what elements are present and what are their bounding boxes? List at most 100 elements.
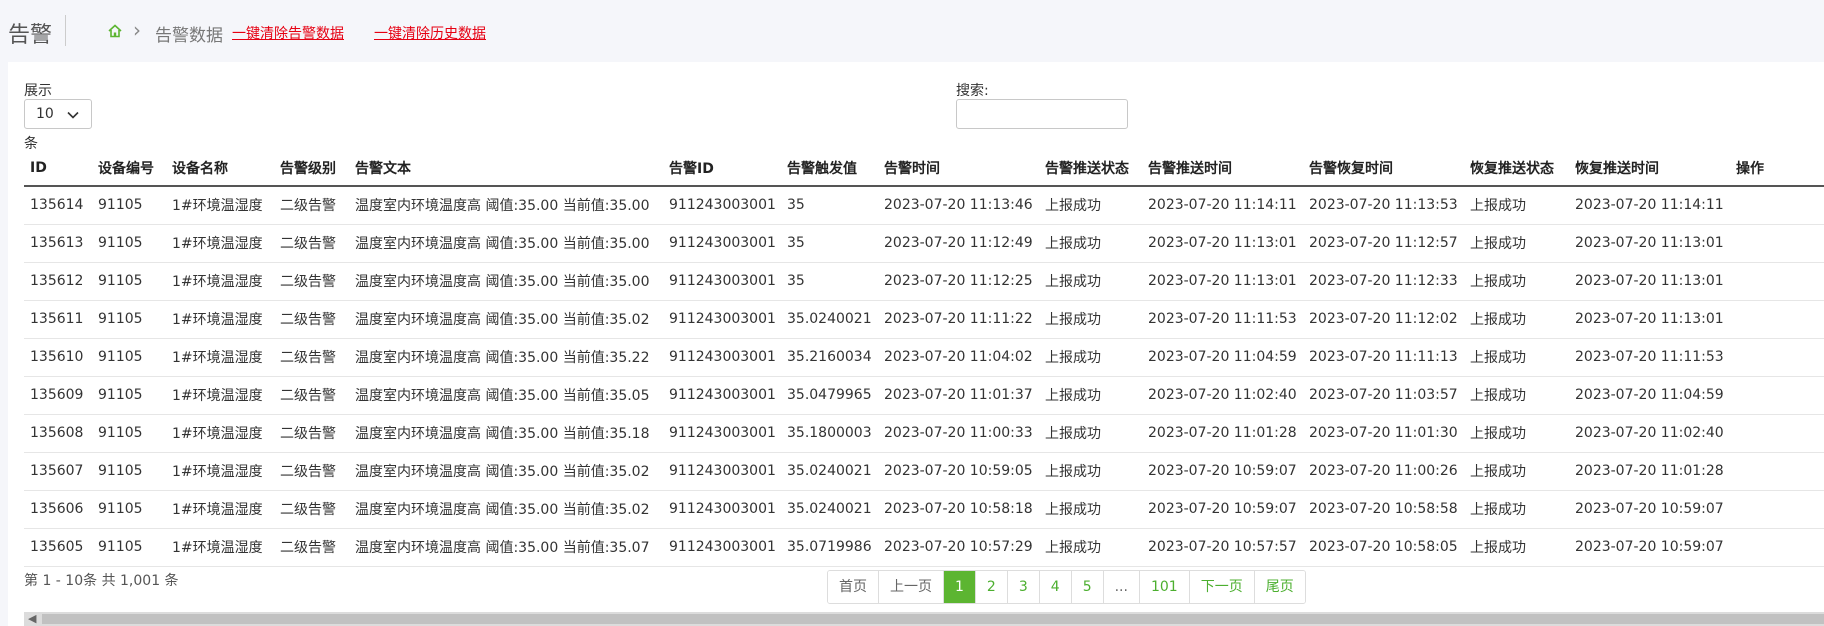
page-size-select[interactable]: 10 [24, 99, 92, 129]
table-cell: 1#环境温湿度 [166, 262, 274, 301]
table-row[interactable]: 135610 91105 1#环境温湿度 二级告警 温度室内环境温度高 阈值:35.00… [24, 338, 1824, 377]
chevron-down-icon [67, 111, 79, 119]
table-row[interactable]: 135606 91105 1#环境温湿度 二级告警 温度室内环境温度高 阈值:35.00… [24, 490, 1824, 529]
table-cell: 温度室内环境温度高 阈值:35.00 当前值:35.00 [349, 224, 663, 263]
table-cell: 上报成功 [1464, 528, 1569, 567]
table-cell: 2023-07-20 11:02:40 [1142, 376, 1303, 415]
table-cell: 2023-07-20 10:57:57 [1142, 528, 1303, 567]
table-row[interactable]: 135611 91105 1#环境温湿度 二级告警 温度室内环境温度高 阈值:35.00… [24, 300, 1824, 339]
table-cell: 1#环境温湿度 [166, 376, 274, 415]
home-icon[interactable] [107, 23, 123, 39]
page-button[interactable]: 1 [943, 571, 975, 603]
table-cell: 上报成功 [1039, 262, 1142, 301]
top-bar: 告警 › 告警数据 一键清除告警数据 一键清除历史数据 [0, 0, 1824, 62]
table-cell: 温度室内环境温度高 阈值:35.00 当前值:35.18 [349, 414, 663, 453]
scrollbar-thumb[interactable] [42, 614, 1824, 624]
table-cell: 上报成功 [1464, 262, 1569, 301]
table-cell: 135608 [24, 414, 92, 453]
table-cell: 二级告警 [274, 452, 349, 491]
table-cell: 91105 [92, 262, 166, 301]
horizontal-scrollbar[interactable]: ◀ [24, 612, 1824, 626]
column-header[interactable]: 告警推送时间 [1142, 150, 1303, 187]
table-cell: 温度室内环境温度高 阈值:35.00 当前值:35.02 [349, 452, 663, 491]
chevron-right-icon: › [133, 18, 141, 42]
table-cell: 911243003001 [663, 300, 781, 339]
table-cell: 上报成功 [1464, 300, 1569, 339]
page-button[interactable]: 下一页 [1188, 571, 1254, 603]
page-button[interactable]: 4 [1038, 571, 1071, 603]
table-cell: 2023-07-20 11:11:53 [1142, 300, 1303, 339]
page-button[interactable]: 尾页 [1253, 571, 1305, 603]
table-cell: 上报成功 [1039, 490, 1142, 529]
column-header[interactable]: 设备名称 [166, 150, 274, 187]
table-cell: 91105 [92, 186, 166, 225]
clear-history-data-link[interactable]: 一键清除历史数据 [374, 23, 486, 43]
table-cell [1730, 452, 1824, 491]
table-cell: 2023-07-20 10:58:18 [878, 490, 1039, 529]
column-header[interactable]: 告警推送状态 [1039, 150, 1142, 187]
table-cell: 上报成功 [1039, 224, 1142, 263]
clear-alarm-data-link[interactable]: 一键清除告警数据 [232, 23, 344, 43]
table-cell: 35.0479965 [781, 376, 878, 415]
table-cell: 1#环境温湿度 [166, 528, 274, 567]
table-body: 135614 91105 1#环境温湿度 二级告警 温度室内环境温度高 阈值:35.00… [24, 186, 1824, 567]
table-cell: 2023-07-20 11:13:46 [878, 186, 1039, 225]
column-header[interactable]: 告警触发值 [781, 150, 878, 187]
page-button[interactable]: 3 [1006, 571, 1039, 603]
table-cell: 1#环境温湿度 [166, 414, 274, 453]
table-cell: 1#环境温湿度 [166, 338, 274, 377]
table-row[interactable]: 135605 91105 1#环境温湿度 二级告警 温度室内环境温度高 阈值:35.00… [24, 528, 1824, 567]
table-cell: 35.0240021 [781, 490, 878, 529]
column-header[interactable]: 恢复推送时间 [1569, 150, 1730, 187]
table-cell: 2023-07-20 11:14:11 [1142, 186, 1303, 225]
table-cell: 2023-07-20 11:04:59 [1569, 376, 1730, 415]
table-cell: 二级告警 [274, 338, 349, 377]
page-button[interactable]: 101 [1138, 571, 1189, 603]
search-input[interactable] [956, 99, 1128, 129]
column-header[interactable]: 恢复推送状态 [1464, 150, 1569, 187]
column-header[interactable]: 操作 [1730, 150, 1824, 187]
page-button[interactable]: 上一页 [878, 571, 943, 603]
table-cell: 2023-07-20 10:59:07 [1569, 528, 1730, 567]
table-cell: 91105 [92, 224, 166, 263]
table-cell: 二级告警 [274, 300, 349, 339]
table-cell: 911243003001 [663, 490, 781, 529]
table-cell: 911243003001 [663, 224, 781, 263]
table-cell: 911243003001 [663, 186, 781, 225]
table-cell: 上报成功 [1464, 224, 1569, 263]
title-divider [65, 15, 66, 46]
table-cell: 2023-07-20 11:13:01 [1569, 224, 1730, 263]
table-cell: 2023-07-20 11:13:01 [1569, 262, 1730, 301]
table-cell: 911243003001 [663, 376, 781, 415]
table-row[interactable]: 135614 91105 1#环境温湿度 二级告警 温度室内环境温度高 阈值:35.00… [24, 186, 1824, 225]
table-row[interactable]: 135613 91105 1#环境温湿度 二级告警 温度室内环境温度高 阈值:35.00… [24, 224, 1824, 263]
table-cell: 上报成功 [1039, 414, 1142, 453]
table-cell: 2023-07-20 11:12:25 [878, 262, 1039, 301]
table-row[interactable]: 135612 91105 1#环境温湿度 二级告警 温度室内环境温度高 阈值:35.00… [24, 262, 1824, 301]
table-row[interactable]: 135607 91105 1#环境温湿度 二级告警 温度室内环境温度高 阈值:35.00… [24, 452, 1824, 491]
table-cell: 135606 [24, 490, 92, 529]
table-cell: 2023-07-20 10:59:07 [1142, 452, 1303, 491]
page-button[interactable]: ... [1102, 571, 1139, 603]
column-header[interactable]: 告警级别 [274, 150, 349, 187]
page-title: 告警 [8, 23, 53, 48]
page-button[interactable]: 5 [1070, 571, 1103, 603]
table-cell: 911243003001 [663, 528, 781, 567]
column-header[interactable]: 告警文本 [349, 150, 663, 187]
table-row[interactable]: 135609 91105 1#环境温湿度 二级告警 温度室内环境温度高 阈值:35.00… [24, 376, 1824, 415]
breadcrumb[interactable]: 告警数据 [155, 21, 223, 46]
column-header[interactable]: 告警恢复时间 [1303, 150, 1464, 187]
page-button[interactable]: 首页 [828, 571, 878, 603]
column-header[interactable]: ID [24, 150, 92, 187]
table-cell: 2023-07-20 11:12:49 [878, 224, 1039, 263]
table-cell [1730, 262, 1824, 301]
column-header[interactable]: 告警ID [663, 150, 781, 187]
table-cell: 35 [781, 186, 878, 225]
column-header[interactable]: 设备编号 [92, 150, 166, 187]
table-cell: 135607 [24, 452, 92, 491]
table-cell: 上报成功 [1039, 528, 1142, 567]
scroll-left-arrow-icon[interactable]: ◀ [28, 612, 36, 625]
table-row[interactable]: 135608 91105 1#环境温湿度 二级告警 温度室内环境温度高 阈值:35.00… [24, 414, 1824, 453]
column-header[interactable]: 告警时间 [878, 150, 1039, 187]
page-button[interactable]: 2 [974, 571, 1007, 603]
